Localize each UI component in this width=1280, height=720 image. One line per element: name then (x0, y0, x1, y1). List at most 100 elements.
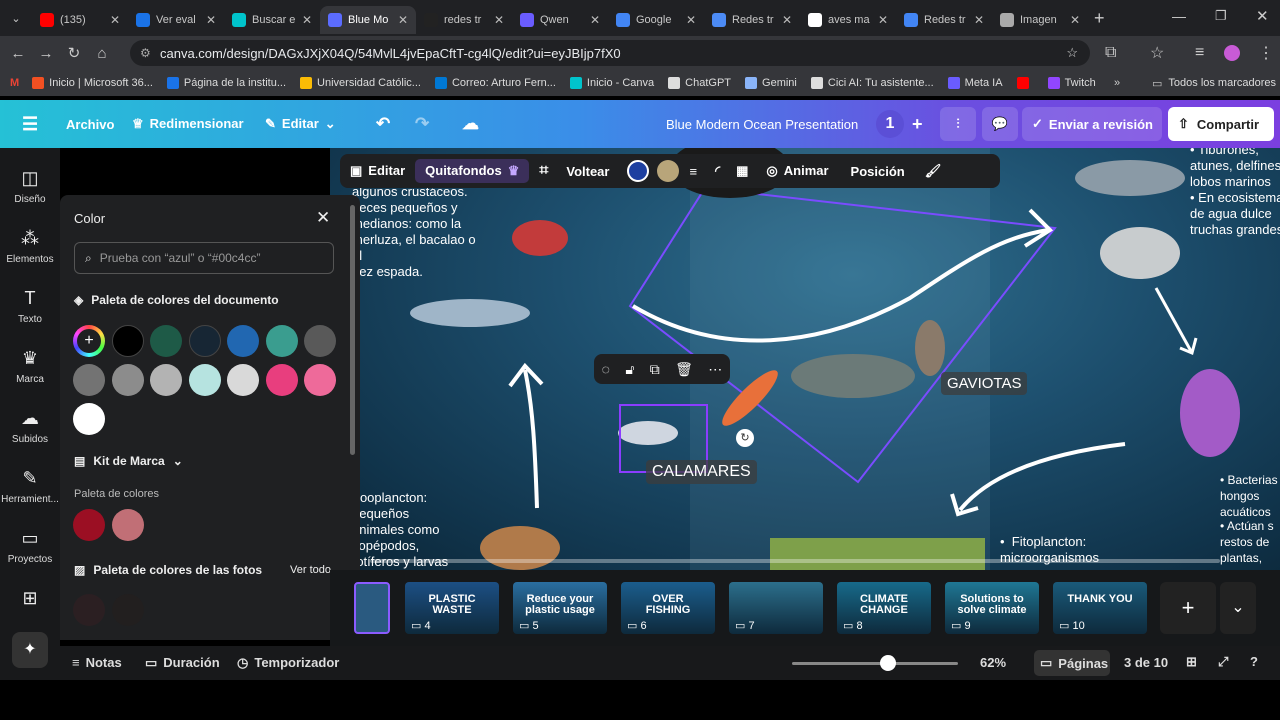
tab-close-icon[interactable]: ✕ (206, 13, 216, 27)
animar-button[interactable]: ◎ Animar (756, 163, 838, 179)
color-swatch[interactable] (188, 325, 221, 357)
horizontal-scrollbar[interactable] (370, 559, 1220, 563)
redo-icon[interactable]: ↷ (415, 114, 429, 134)
crop-icon[interactable]: ⌗ (529, 162, 558, 180)
browser-tab[interactable]: Qwen ✕ (512, 6, 608, 34)
page-thumbnail[interactable]: Reduce your plastic usage ▭ 5 (513, 582, 607, 634)
label-gaviotas[interactable]: GAVIOTAS (941, 372, 1028, 395)
close-window-icon[interactable]: ✕ (1256, 7, 1269, 25)
tab-close-icon[interactable]: ✕ (110, 13, 120, 27)
quitafondos-button[interactable]: Quitafondos ♛ (415, 159, 530, 183)
tab-search-icon[interactable]: ⌄ (0, 12, 32, 25)
insights-button[interactable]: ⫶ (940, 107, 976, 141)
enviar-revision-button[interactable]: ✓ Enviar a revisión (1022, 107, 1162, 141)
sidebar-item[interactable]: ⁂ Elementos (0, 228, 60, 265)
color-swatch[interactable] (304, 364, 336, 396)
more-bookmarks-icon[interactable]: » (1114, 77, 1120, 89)
color-swatch[interactable] (150, 325, 182, 357)
sidebar-item[interactable]: ♛ Marca (0, 348, 60, 385)
grid-view-icon[interactable]: ⊞ (1186, 654, 1197, 670)
text-actuan[interactable]: • Actúan s restos de plantas, (1220, 518, 1280, 566)
bookmark-item[interactable]: Cici AI: Tu asistente... (804, 77, 941, 89)
tab-close-icon[interactable]: ✕ (590, 13, 600, 27)
editar-menu[interactable]: ✎ Editar ⌄ (265, 116, 336, 132)
browser-tab[interactable]: Imagen ✕ (992, 6, 1088, 34)
url-input[interactable]: ⚙ canva.com/design/DAGxJXjX04Q/54MvlL4jv… (130, 40, 1090, 66)
all-bookmarks[interactable]: ▭ Todos los marcadores (1152, 77, 1276, 90)
duplicate-icon[interactable]: ⧉ (650, 361, 660, 378)
forward-icon[interactable]: → (32, 45, 60, 62)
voltear-button[interactable]: Voltear (558, 164, 617, 179)
text-top-right[interactable]: • Tiburones, atunes, delfines lobos mari… (1190, 148, 1280, 190)
bookmark-item[interactable]: Twitch (1041, 77, 1103, 89)
color-swatch[interactable] (265, 325, 298, 357)
browser-tab[interactable]: Buscar e ✕ (224, 6, 320, 34)
bookmark-item[interactable]: Universidad Católic... (293, 77, 428, 89)
design-title[interactable]: Blue Modern Ocean Presentation (666, 117, 858, 132)
tab-close-icon[interactable]: ✕ (782, 13, 792, 27)
trash-icon[interactable]: 🗑︎ (675, 361, 693, 378)
text-bacterias[interactable]: • Bacterias hongos acuáticos (1220, 472, 1280, 520)
corner-radius-icon[interactable]: ◜ (707, 163, 728, 179)
border-style-icon[interactable]: ≡ (679, 164, 707, 179)
sidebar-item[interactable]: ▭ Proyectos (0, 528, 60, 565)
zoom-slider-track[interactable] (792, 662, 958, 665)
compartir-button[interactable]: ⇧ Compartir (1168, 107, 1274, 141)
paint-format-icon[interactable]: 🖌︎ (917, 163, 950, 179)
new-tab-button[interactable]: + (1094, 8, 1105, 29)
color-swatch-1[interactable] (627, 160, 650, 182)
add-color-button[interactable]: + (73, 325, 105, 357)
color-search-input[interactable]: ⌕ Prueba con “azul” o “#00c4cc” (74, 242, 334, 274)
bookmark-item[interactable]: Inicio - Canva (563, 77, 661, 89)
transparency-icon[interactable]: ▦ (728, 163, 756, 179)
browser-tab[interactable]: (135) ✕ (32, 6, 128, 34)
duracion-button[interactable]: ▭ Duración (145, 655, 220, 671)
color-swatch[interactable] (227, 325, 259, 357)
page-thumbnail[interactable]: ▭ 7 (729, 582, 823, 634)
extensions-icon[interactable]: ⧉ (1105, 44, 1116, 62)
sidebar-item[interactable]: ✎ Herramient... (0, 468, 60, 505)
text-right-2[interactable]: • En ecosistemas de agua dulce truchas g… (1190, 190, 1280, 238)
page-thumbnail[interactable]: Solutions to solve climate ▭ 9 (945, 582, 1039, 634)
posicion-button[interactable]: Posición (839, 164, 917, 179)
apps-icon[interactable]: M (0, 77, 25, 89)
comment-add-icon[interactable]: ◌ (602, 361, 610, 377)
color-swatch[interactable] (111, 594, 144, 626)
tab-close-icon[interactable]: ✕ (878, 13, 888, 27)
browser-tab[interactable]: Google ✕ (608, 6, 704, 34)
undo-icon[interactable]: ↶ (376, 114, 390, 134)
tab-close-icon[interactable]: ✕ (686, 13, 696, 27)
more-options-icon[interactable]: ⋯ (708, 361, 722, 378)
edit-image-button[interactable]: ▣ Editar (340, 163, 415, 179)
browser-tab[interactable]: Redes tr ✕ (704, 6, 800, 34)
apps-icon[interactable]: ⊞ (0, 588, 60, 614)
text-top-left[interactable]: algunos crustáceos. peces pequeños y med… (352, 184, 482, 280)
browser-tab[interactable]: Redes tr ✕ (896, 6, 992, 34)
cloud-saved-icon[interactable]: ☁ (462, 114, 479, 134)
color-swatch-2[interactable] (657, 160, 680, 182)
magic-ai-button[interactable]: ✦ (12, 632, 48, 668)
page-thumbnail[interactable]: CLIMATE CHANGE ▭ 8 (837, 582, 931, 634)
bookmark-item[interactable]: Página de la institu... (160, 77, 293, 89)
media-icon[interactable]: ≡ (1195, 44, 1204, 62)
bookmark-item[interactable]: Meta IA (941, 77, 1010, 89)
reload-icon[interactable]: ↻ (60, 44, 88, 62)
color-swatch[interactable] (73, 364, 105, 396)
bookmark-item[interactable]: Inicio | Microsoft 36... (25, 77, 160, 89)
label-calamares[interactable]: CALAMARES (646, 460, 757, 484)
slide-canvas[interactable]: ↻ ◌ 🔓︎ ⧉ 🗑︎ ⋯ algunos crustáceos. peces … (330, 148, 1280, 570)
color-swatch[interactable] (111, 509, 144, 541)
menu-icon[interactable]: ⋮ (1258, 43, 1274, 63)
panel-scrollbar[interactable] (350, 205, 355, 455)
profile-avatar[interactable] (1224, 45, 1240, 61)
color-swatch[interactable] (111, 364, 144, 396)
add-page-button[interactable]: + (1160, 582, 1216, 634)
redimensionar-button[interactable]: ♕ Redimensionar (132, 116, 244, 132)
collaborator-count[interactable]: 1 (876, 110, 904, 138)
page-thumbnail[interactable]: OVER FISHING ▭ 6 (621, 582, 715, 634)
notas-button[interactable]: ≡ Notas (72, 655, 122, 670)
text-zooplancton[interactable]: Zooplancton: pequeños animales como copé… (352, 490, 462, 570)
ver-todo-link[interactable]: Ver todo (290, 564, 331, 576)
lock-icon[interactable]: 🔓︎ (625, 361, 634, 378)
page-thumbnail[interactable]: PLASTIC WASTE ▭ 4 (405, 582, 499, 634)
